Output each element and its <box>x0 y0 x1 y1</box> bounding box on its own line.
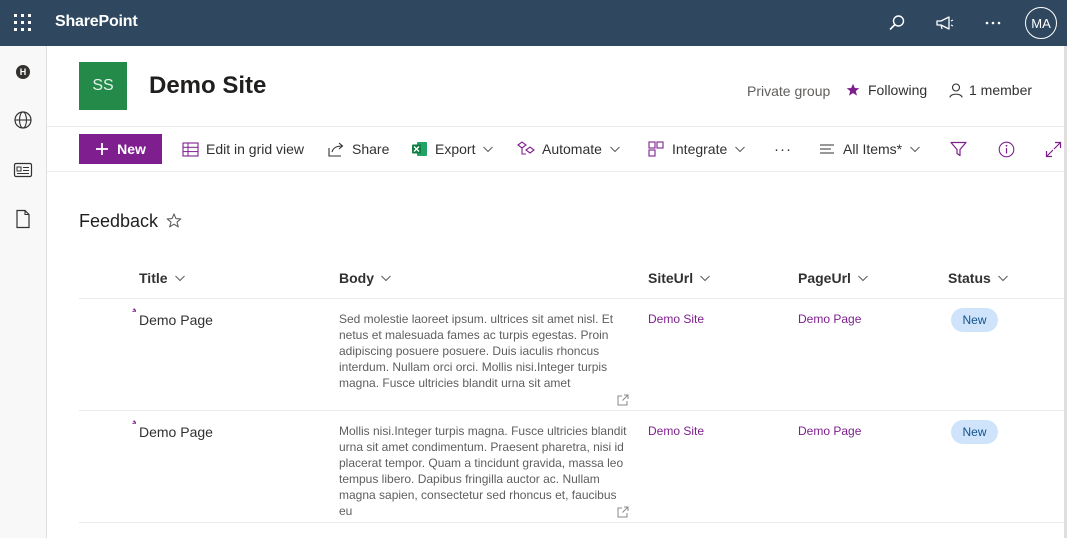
chevron-down-icon <box>735 146 746 153</box>
item-body: Mollis nisi.Integer turpis magna. Fusce … <box>339 424 627 518</box>
star-filled-icon <box>846 83 860 96</box>
search-icon[interactable] <box>882 8 912 38</box>
home-icon[interactable]: H <box>8 57 38 87</box>
chevron-down-icon <box>483 146 494 153</box>
export-label: Export <box>435 141 476 157</box>
item-title-link[interactable]: Demo Page <box>139 312 213 328</box>
app-rail: H <box>0 46 47 538</box>
item-body: Sed molestie laoreet ipsum. ultrices sit… <box>339 312 614 390</box>
view-label: All Items* <box>843 141 903 157</box>
globe-icon[interactable] <box>8 105 38 135</box>
page-url-link[interactable]: Demo Page <box>798 424 861 438</box>
site-url-link[interactable]: Demo Site <box>648 312 704 326</box>
chevron-down-icon <box>174 275 185 282</box>
column-header-siteurl[interactable]: SiteUrl <box>648 268 711 288</box>
plus-icon <box>96 143 109 155</box>
chevron-down-icon <box>910 146 921 153</box>
automate-button[interactable]: Automate <box>517 138 621 160</box>
share-icon <box>327 140 345 158</box>
column-header-title[interactable]: Title <box>139 268 186 288</box>
news-icon[interactable] <box>8 155 38 185</box>
status-badge: New <box>951 308 998 332</box>
item-title-link[interactable]: Demo Page <box>139 424 213 440</box>
column-header-label: Status <box>948 270 991 286</box>
chevron-down-icon <box>858 275 868 282</box>
column-header-pageurl[interactable]: PageUrl <box>798 268 869 288</box>
edit-grid-button[interactable]: Edit in grid view <box>181 138 304 160</box>
share-button[interactable]: Share <box>327 138 389 160</box>
following-label: Following <box>868 82 928 98</box>
site-logo[interactable]: SS <box>79 62 127 110</box>
members-label: 1 member <box>969 82 1033 98</box>
export-button[interactable]: Export <box>410 138 494 160</box>
column-header-body[interactable]: Body <box>339 268 392 288</box>
automate-icon <box>517 140 535 158</box>
integrate-icon <box>647 140 665 158</box>
expand-icon[interactable] <box>1045 138 1062 160</box>
column-header-label: Body <box>339 270 374 286</box>
automate-label: Automate <box>542 141 602 157</box>
row-divider <box>79 522 1067 523</box>
column-header-label: SiteUrl <box>648 270 694 286</box>
edit-grid-label: Edit in grid view <box>206 141 305 157</box>
open-external-icon[interactable] <box>617 506 629 518</box>
more-icon[interactable] <box>978 8 1008 38</box>
waffle-icon[interactable] <box>12 12 34 34</box>
share-label: Share <box>352 141 390 157</box>
new-label: New <box>117 141 146 157</box>
excel-icon <box>410 140 428 158</box>
column-header-status[interactable]: Status <box>948 268 1009 288</box>
members-button[interactable]: 1 member <box>949 82 1032 98</box>
chevron-down-icon <box>997 275 1008 282</box>
following-button[interactable]: Following <box>846 82 927 98</box>
star-outline-icon[interactable] <box>165 212 183 230</box>
open-external-icon[interactable] <box>617 394 629 406</box>
page-url-link[interactable]: Demo Page <box>798 312 861 326</box>
column-header-label: PageUrl <box>798 270 851 286</box>
person-icon <box>949 82 963 98</box>
privacy-label: Private group <box>747 83 831 99</box>
megaphone-icon[interactable] <box>930 8 960 38</box>
integrate-label: Integrate <box>672 141 728 157</box>
more-commands-button[interactable]: ··· <box>774 138 792 160</box>
chevron-down-icon <box>700 275 711 282</box>
list-title: Feedback <box>79 211 159 231</box>
new-button[interactable]: New <box>79 134 162 164</box>
info-icon[interactable] <box>998 138 1015 160</box>
app-brand[interactable]: SharePoint <box>55 13 138 31</box>
view-selector[interactable]: All Items* <box>818 138 921 160</box>
grid-icon <box>181 140 199 158</box>
status-badge: New <box>951 420 998 444</box>
chevron-down-icon <box>610 146 620 153</box>
list-view-icon <box>818 140 836 158</box>
site-title[interactable]: Demo Site <box>149 72 266 100</box>
filter-icon[interactable] <box>950 138 967 160</box>
avatar[interactable]: MA <box>1025 7 1057 39</box>
integrate-button[interactable]: Integrate <box>647 138 746 160</box>
site-url-link[interactable]: Demo Site <box>648 424 704 438</box>
header-divider <box>79 298 1067 299</box>
row-divider <box>79 410 1067 411</box>
chevron-down-icon <box>381 275 391 282</box>
suite-bar: SharePoint MA <box>0 0 1067 46</box>
document-icon[interactable] <box>8 204 38 234</box>
column-header-label: Title <box>139 270 168 286</box>
